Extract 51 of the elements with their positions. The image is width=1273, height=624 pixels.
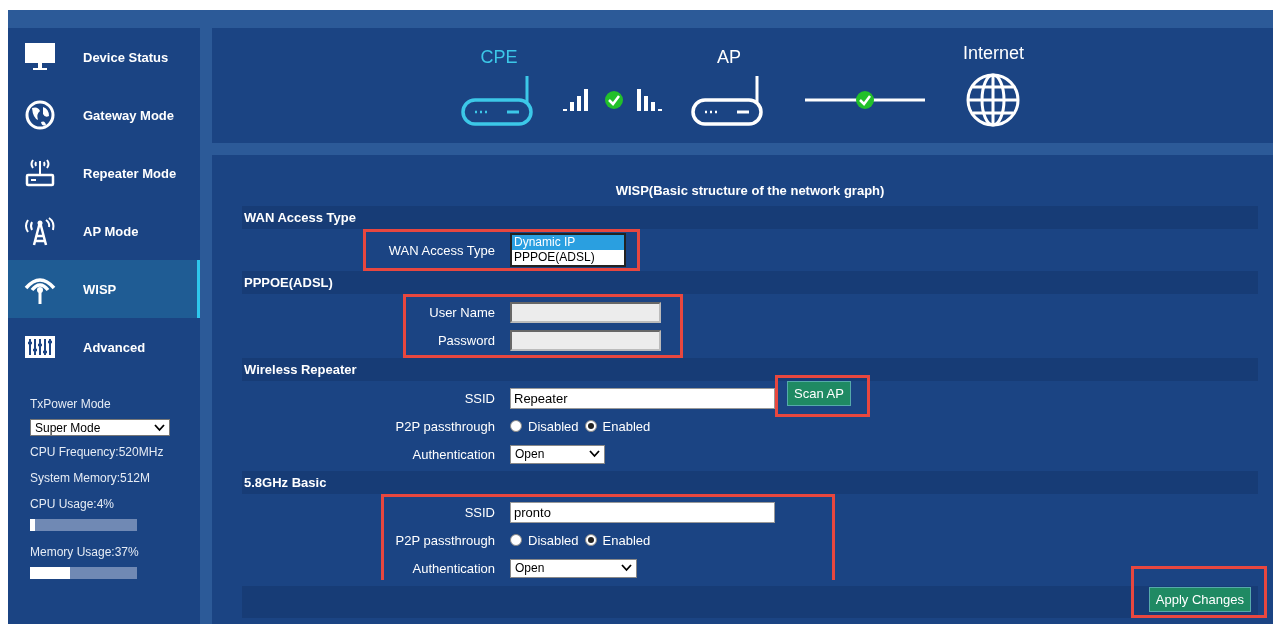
node-label: AP [716,47,741,68]
cpu-usage: CPU Usage:4% [30,497,116,511]
text-field[interactable]: pronto [510,501,775,523]
radio-label: Enabled [602,532,651,548]
sidebar-item[interactable]: Gateway Mode [8,86,200,144]
radio-label: Enabled [602,418,651,434]
list-option[interactable]: PPPOE(ADSL) [512,250,624,265]
radio-label: Disabled [528,532,579,548]
text-field[interactable]: Repeater [510,387,775,409]
section-header: 5.8GHz Basic [242,471,1258,494]
field-label: P2P passthrough [394,532,495,548]
dropdown[interactable]: Open [510,558,637,578]
section-header: WAN Access Type [242,206,1258,229]
sidebar-item[interactable]: Advanced [8,318,200,376]
section-header: Wireless Repeater [242,358,1258,381]
chevron-icon [154,423,165,432]
globe-icon [965,72,1022,128]
form-title: WISP(Basic structure of the network graph) [614,183,886,198]
apply-button[interactable]: Apply Changes [1148,587,1251,612]
memory-usage: Memory Usage:37% [30,545,140,559]
radio-button[interactable] [510,420,522,432]
node-label: CPE [480,47,518,68]
sidebar-item[interactable]: Repeater Mode [8,144,200,202]
radio-button[interactable] [510,534,522,546]
sidebar-item[interactable]: WISP [8,260,200,318]
field-label: Authentication [411,560,495,576]
radio-label: Disabled [528,418,579,434]
txpower-dropdown[interactable]: Super Mode [30,419,170,436]
field-label: SSID [463,504,495,520]
radio-button[interactable] [584,420,597,432]
cpu-frequency: CPU Frequency:520MHz [30,445,165,459]
check-icon [603,90,624,110]
scan-button[interactable]: Scan AP [787,381,851,406]
field-label: Authentication [411,446,495,462]
field-label: User Name [428,304,495,320]
txpower-label: TxPower Mode [30,397,112,411]
field-label: SSID [463,390,495,406]
chevron-icon [589,450,600,458]
field-label: P2P passthrough [394,418,495,434]
access-type-list[interactable]: Dynamic IP PPPOE(ADSL) [510,233,626,267]
system-memory: System Memory:512M [30,471,152,485]
sidebar-item[interactable]: Device Status [8,28,200,86]
chevron-icon [621,564,632,572]
section-header: PPPOE(ADSL) [242,271,1258,294]
sidebar-item[interactable]: AP Mode [8,202,200,260]
field-label: WAN Access Type [387,242,495,258]
radio-button[interactable] [584,534,597,546]
connection-line-icon [804,90,925,110]
field-label: Password [436,332,495,348]
node-label: Internet [962,43,1024,64]
dropdown[interactable]: Open [510,444,605,464]
